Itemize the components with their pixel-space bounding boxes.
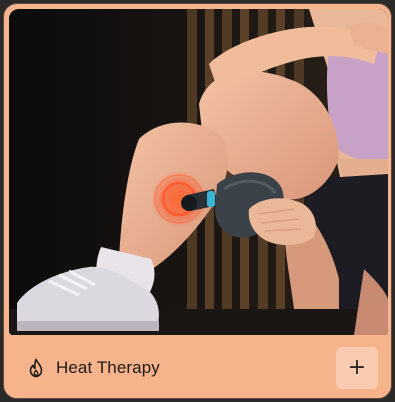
feature-card: Heat Therapy + [3, 3, 392, 399]
add-button[interactable]: + [336, 346, 378, 389]
plus-icon: + [347, 355, 367, 380]
flame-icon [26, 357, 46, 379]
feature-bar: Heat Therapy + [4, 335, 391, 398]
product-photo [9, 9, 388, 335]
feature-label: Heat Therapy [56, 357, 160, 377]
